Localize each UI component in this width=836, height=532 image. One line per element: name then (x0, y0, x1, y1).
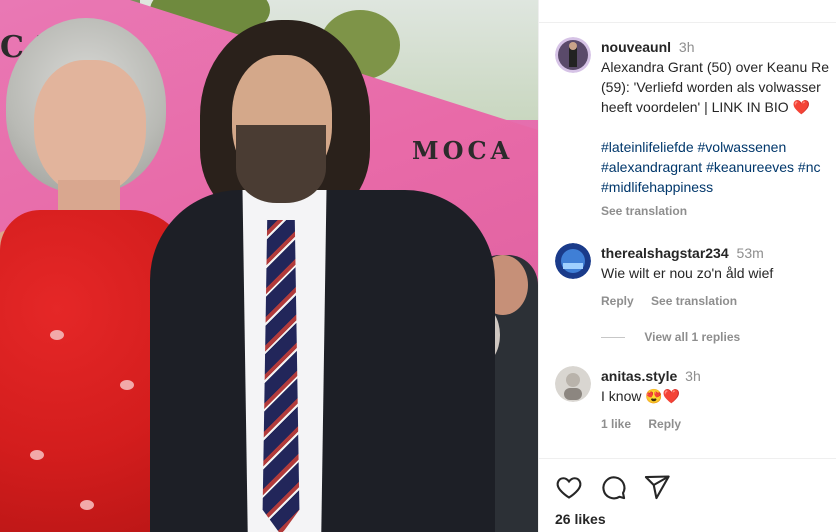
comment-time[interactable]: 53m (737, 245, 764, 261)
reply-button[interactable]: Reply (648, 417, 681, 431)
caption-line: (59): 'Verliefd worden als volwasser (601, 79, 821, 95)
avatar[interactable] (555, 243, 591, 279)
like-button[interactable] (555, 473, 583, 501)
comment-item: anitas.style 3h I know 😍❤️ 1 like Reply (555, 366, 836, 446)
heart-icon (556, 477, 582, 499)
caption-body: nouveaunl 3h Alexandra Grant (50) over K… (601, 37, 836, 221)
comment-item: therealshagstar234 53m Wie wilt er nou z… (555, 243, 836, 323)
avatar[interactable] (555, 366, 591, 402)
post-photo[interactable]: MOCA CA (0, 0, 538, 532)
comment-button[interactable] (599, 473, 627, 501)
caption-time[interactable]: 3h (679, 39, 695, 55)
comment-username[interactable]: anitas.style (601, 368, 677, 384)
comments-panel: nouveaunl 3h Alexandra Grant (50) over K… (538, 0, 836, 532)
hashtags-line[interactable]: #lateinlifeliefde #volwassenen (601, 137, 836, 157)
view-replies-label[interactable]: View all 1 replies (644, 330, 740, 344)
comment-likes[interactable]: 1 like (601, 417, 631, 431)
comment-text: Wie wilt er nou zo'n åld wief (601, 265, 774, 281)
send-icon (644, 475, 670, 500)
panel-header-divider (539, 0, 836, 23)
comment-emojis: 😍❤️ (645, 388, 681, 404)
dress-flower (30, 450, 44, 460)
caption-username[interactable]: nouveaunl (601, 39, 671, 55)
dress-flower (80, 500, 94, 510)
hashtags-line[interactable]: #alexandragrant #keanureeves #nc (601, 157, 836, 177)
comment-username[interactable]: therealshagstar234 (601, 245, 729, 261)
share-button[interactable] (643, 473, 671, 501)
avatar-image (555, 37, 591, 73)
woman-face (34, 60, 146, 195)
post-actions-bar: 26 likes (539, 458, 836, 532)
post-caption: nouveaunl 3h Alexandra Grant (50) over K… (555, 37, 836, 227)
see-translation-link[interactable]: See translation (651, 294, 737, 308)
man-beard (236, 125, 326, 203)
caption-line: Alexandra Grant (50) over Keanu Re (601, 59, 830, 75)
comment-body: therealshagstar234 53m Wie wilt er nou z… (601, 243, 836, 311)
reply-line-divider (601, 337, 625, 339)
comment-body: anitas.style 3h I know 😍❤️ 1 like Reply (601, 366, 836, 434)
comment-icon (602, 476, 626, 500)
hashtags-line[interactable]: #midlifehappiness (601, 177, 836, 197)
see-translation-link[interactable]: See translation (601, 204, 687, 218)
dress-flower (120, 380, 134, 390)
avatar-image (555, 366, 591, 402)
comment-time[interactable]: 3h (685, 368, 701, 384)
avatar[interactable] (555, 37, 591, 73)
reply-button[interactable]: Reply (601, 294, 634, 308)
dress-flower (50, 330, 64, 340)
caption-line: heeft voordelen' | LINK IN BIO (601, 99, 789, 115)
avatar-image (555, 243, 591, 279)
likes-count[interactable]: 26 likes (555, 511, 606, 527)
view-replies-button[interactable]: View all 1 replies (601, 330, 740, 344)
comment-text: I know (601, 388, 642, 404)
heart-emoji: ❤️ (792, 99, 810, 115)
moca-sign: MOCA (412, 136, 514, 165)
